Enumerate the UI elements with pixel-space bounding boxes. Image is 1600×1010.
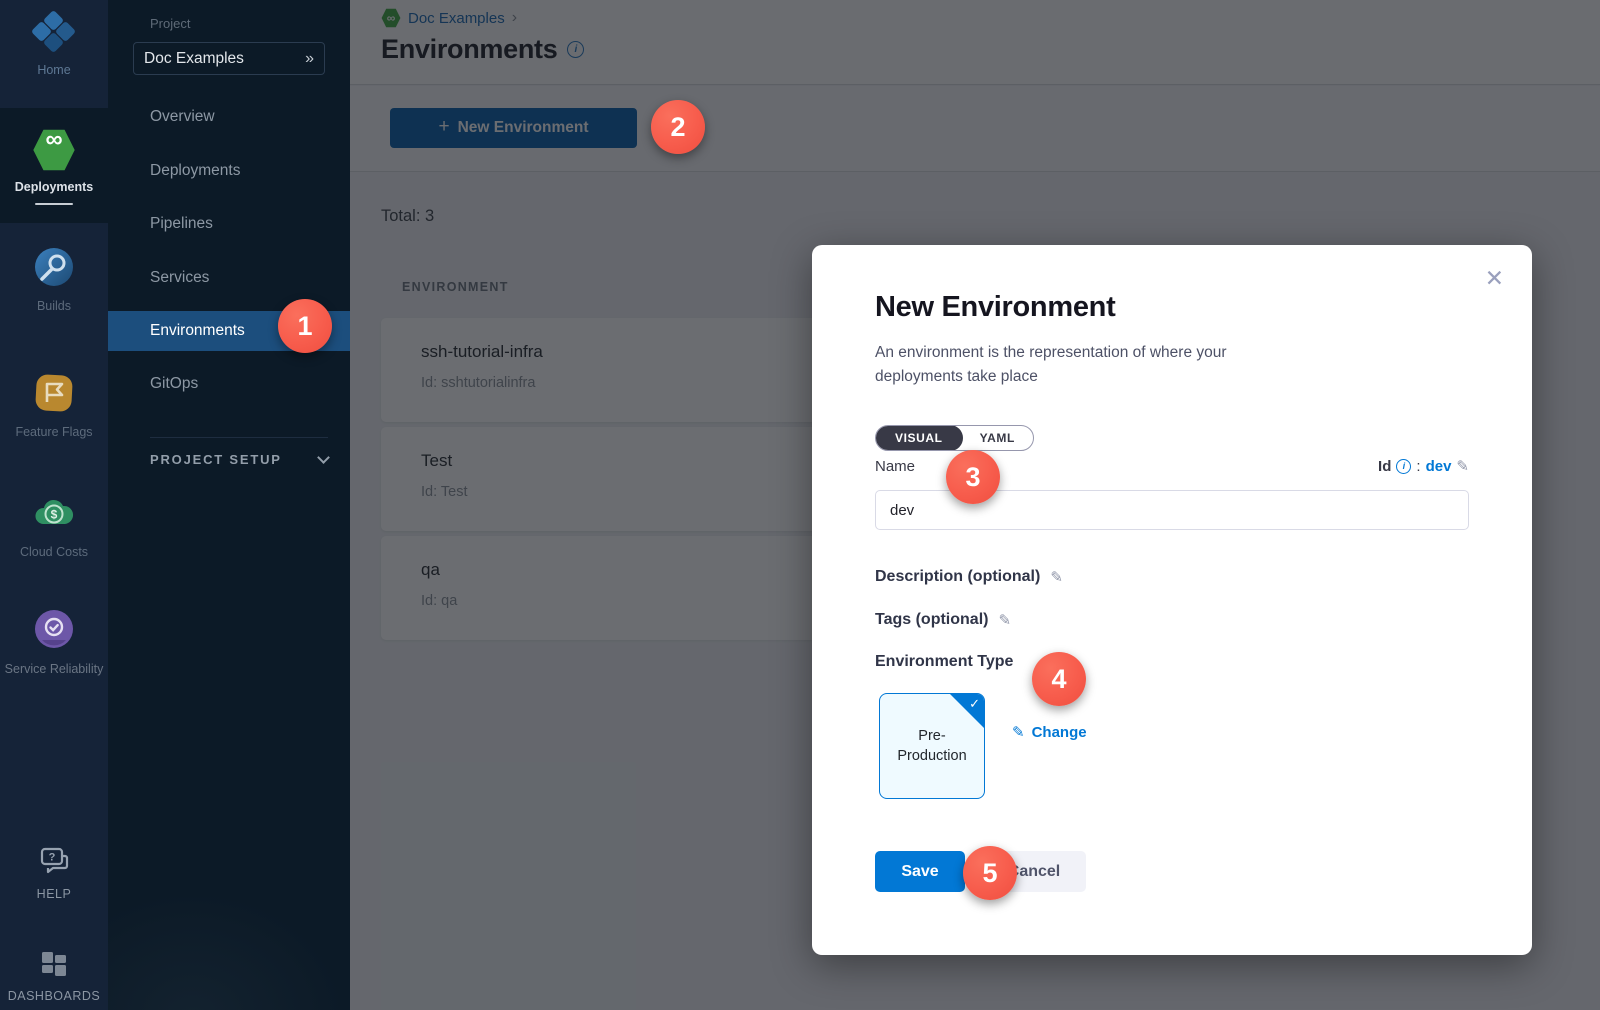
sidebar-item-builds[interactable]: Builds <box>0 246 108 314</box>
help-icon: ? <box>37 846 71 876</box>
id-value: dev <box>1426 458 1452 475</box>
change-type-link[interactable]: ✎ Change <box>1012 723 1087 741</box>
project-setup-label: PROJECT SETUP <box>150 452 282 467</box>
sidebar-item-label: Service Reliability <box>0 661 108 678</box>
sidebar-item-overview[interactable]: Overview <box>108 97 350 137</box>
double-chevron-icon: » <box>305 50 314 68</box>
sidebar-item-service-reliability[interactable]: Service Reliability <box>0 608 108 678</box>
sidebar-item-label: Builds <box>0 299 108 314</box>
sidebar-item-cloud-costs[interactable]: $ Cloud Costs <box>0 494 108 560</box>
pre-production-type-card[interactable]: Pre-Production ✓ <box>879 693 985 799</box>
step-badge-1: 1 <box>278 299 332 353</box>
sidebar-item-deployments[interactable]: ∞ Deployments <box>0 128 108 205</box>
chevron-down-icon <box>317 451 330 464</box>
svg-text:$: $ <box>51 508 58 522</box>
dashboards-icon <box>39 950 69 978</box>
active-module-underline <box>35 203 73 205</box>
sidebar-item-label: Feature Flags <box>0 425 108 440</box>
sidebar-item-label: HELP <box>0 887 108 902</box>
sidebar-item-label: DASHBOARDS <box>0 989 108 1004</box>
project-setup-toggle[interactable]: PROJECT SETUP <box>150 452 328 467</box>
step-badge-4: 4 <box>1032 652 1086 706</box>
sidebar-item-feature-flags[interactable]: Feature Flags <box>0 372 108 440</box>
service-reliability-icon <box>33 608 75 650</box>
check-icon: ✓ <box>969 696 980 712</box>
sidebar-item-project-deployments[interactable]: Deployments <box>108 151 350 191</box>
sidebar-item-pipelines[interactable]: Pipelines <box>108 204 350 244</box>
sidebar-item-services[interactable]: Services <box>108 258 350 298</box>
modal-title: New Environment <box>875 291 1115 324</box>
sidebar-item-home[interactable]: Home <box>0 12 108 78</box>
id-separator: : <box>1416 458 1420 475</box>
step-badge-2: 2 <box>651 100 705 154</box>
id-group: Id i : dev ✎ <box>1378 457 1469 475</box>
sidebar-item-help[interactable]: ? HELP <box>0 846 108 902</box>
sidebar-item-label: Cloud Costs <box>0 545 108 560</box>
sidebar-item-label: Home <box>0 63 108 78</box>
harness-app: Home ∞ Deployments Builds <box>0 0 1600 1010</box>
visual-yaml-toggle: VISUAL YAML <box>875 425 1034 451</box>
tab-visual[interactable]: VISUAL <box>875 425 963 451</box>
cloud-costs-icon: $ <box>32 494 76 534</box>
tab-yaml[interactable]: YAML <box>962 426 1033 450</box>
description-label: Description (optional) <box>875 568 1040 586</box>
type-card-label: Pre-Production <box>891 726 973 766</box>
sidebar-item-gitops[interactable]: GitOps <box>108 364 350 404</box>
modal-description: An environment is the representation of … <box>875 341 1305 389</box>
feature-flags-icon <box>33 372 75 414</box>
sidebar-item-dashboards[interactable]: DASHBOARDS <box>0 950 108 1004</box>
save-button[interactable]: Save <box>875 851 965 892</box>
builds-icon <box>33 246 75 288</box>
id-label: Id <box>1378 458 1391 475</box>
project-name: Doc Examples <box>144 50 305 68</box>
edit-pencil-icon: ✎ <box>1012 723 1025 741</box>
new-environment-modal: ✕ New Environment An environment is the … <box>812 245 1532 955</box>
sidebar-item-label: Deployments <box>0 180 108 195</box>
step-badge-5: 5 <box>963 846 1017 900</box>
edit-tags-pencil-icon[interactable]: ✎ <box>998 611 1011 629</box>
edit-description-pencil-icon[interactable]: ✎ <box>1050 568 1063 586</box>
project-selector[interactable]: Doc Examples » <box>133 42 325 75</box>
name-label: Name <box>875 458 915 475</box>
environment-type-label: Environment Type <box>875 653 1013 671</box>
project-sidebar: Project Doc Examples » Overview Deployme… <box>108 0 350 1010</box>
harness-home-icon <box>32 12 76 52</box>
project-section-label: Project <box>150 16 190 31</box>
change-label: Change <box>1032 724 1087 741</box>
info-icon[interactable]: i <box>1396 459 1411 474</box>
step-badge-3: 3 <box>946 450 1000 504</box>
close-icon[interactable]: ✕ <box>1485 267 1504 290</box>
svg-text:?: ? <box>49 852 56 864</box>
module-sidebar: Home ∞ Deployments Builds <box>0 0 108 1010</box>
divider <box>150 437 328 438</box>
edit-id-pencil-icon[interactable]: ✎ <box>1456 457 1469 475</box>
tags-label: Tags (optional) <box>875 611 988 629</box>
deployments-icon: ∞ <box>32 128 76 172</box>
